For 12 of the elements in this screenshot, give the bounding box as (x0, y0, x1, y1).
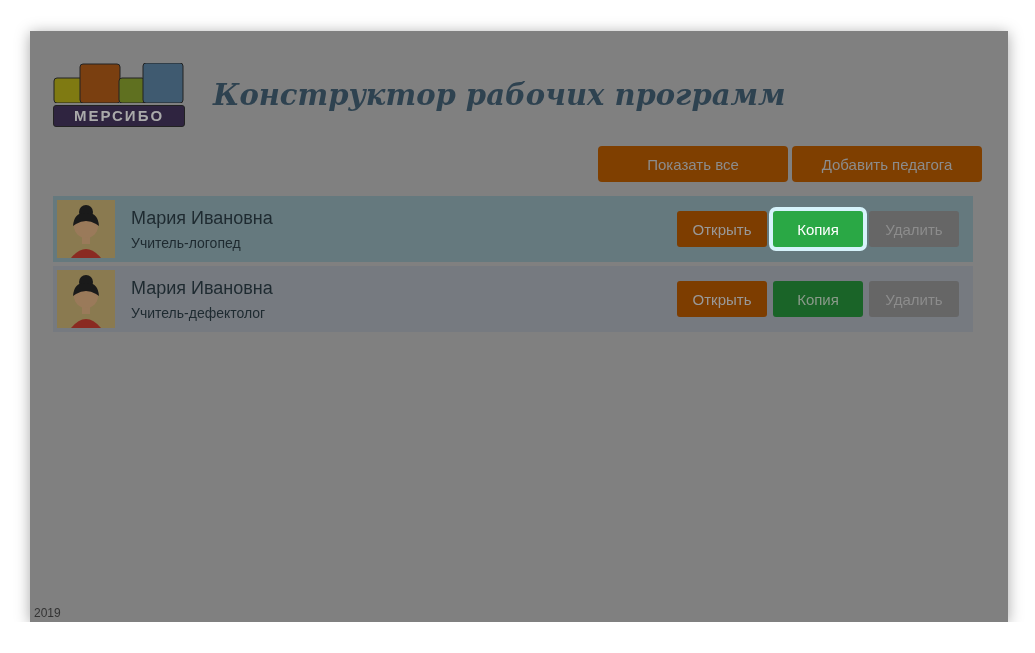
teacher-role: Учитель-дефектолог (131, 304, 267, 321)
teacher-name: Мария Ивановна (131, 277, 274, 299)
open-button[interactable]: Открыть (677, 281, 767, 317)
logo-text: МЕРСИБО (53, 105, 185, 127)
teacher-role: Учитель-логопед (131, 234, 242, 251)
footer-year: 2019 (34, 606, 61, 620)
copy-button[interactable]: Копия (773, 281, 863, 317)
action-button[interactable]: Показать все (598, 146, 788, 182)
page-title: Конструктор рабочих программ (213, 78, 786, 112)
action-button[interactable]: Добавить педагога (792, 146, 982, 182)
teacher-name: Мария Ивановна (131, 207, 274, 229)
open-button[interactable]: Открыть (677, 211, 767, 247)
